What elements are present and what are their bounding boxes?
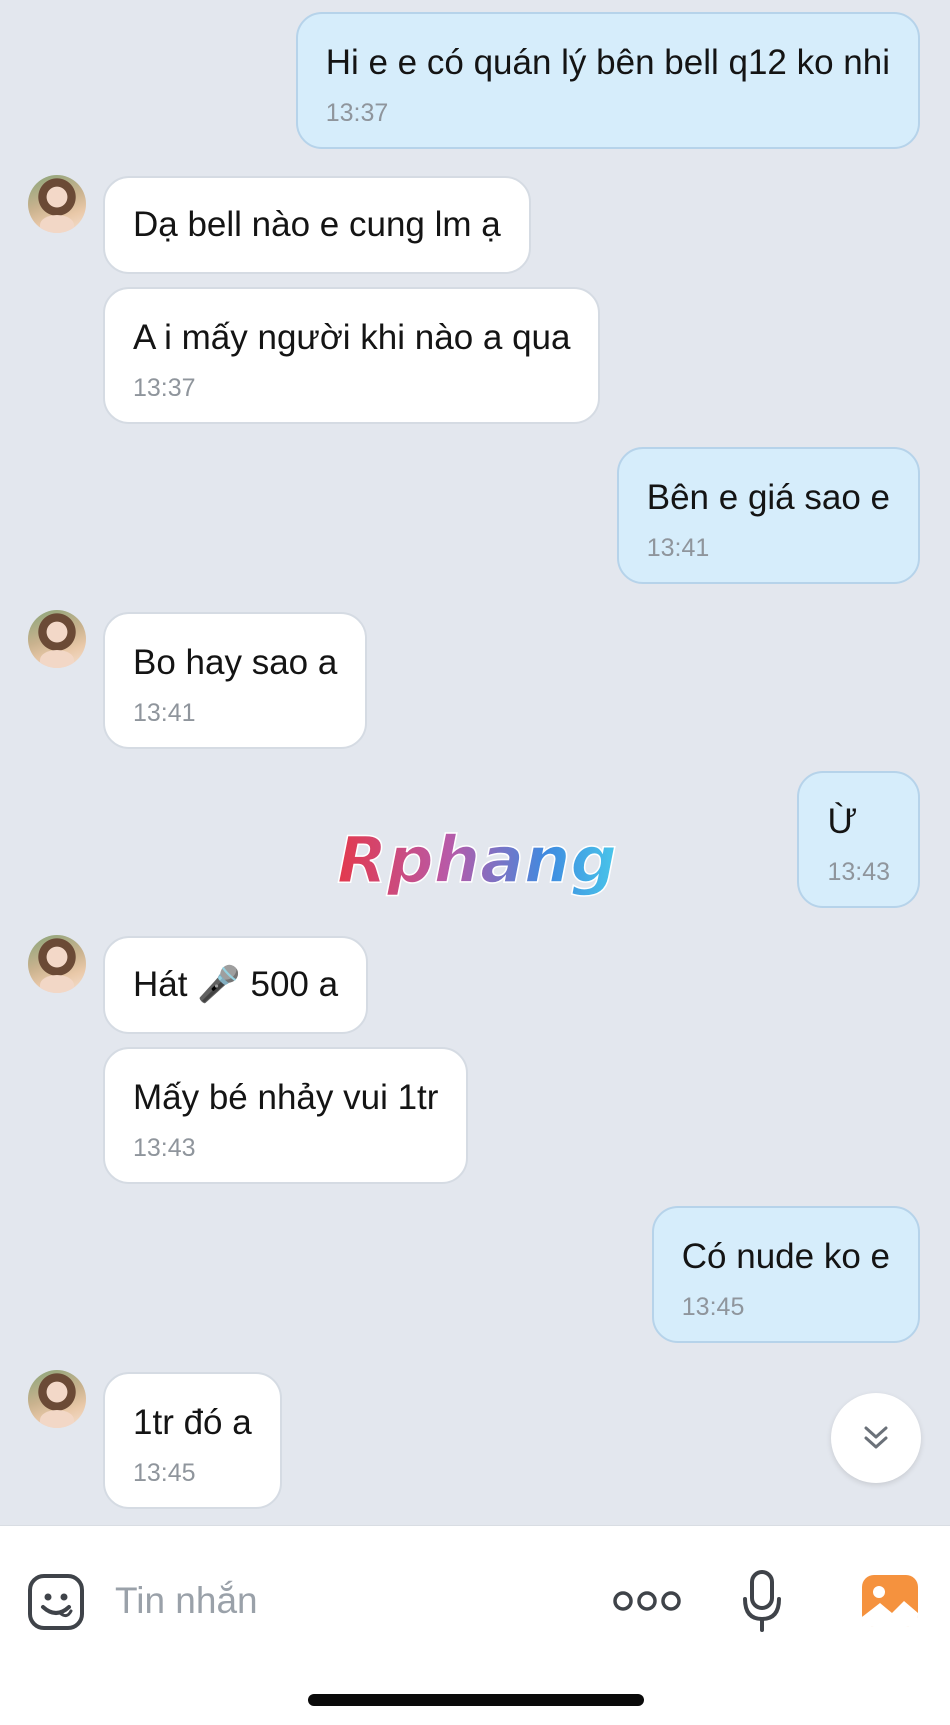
more-icon[interactable]: [612, 1581, 682, 1621]
message-incoming[interactable]: Mấy bé nhảy vui 1tr 13:43: [103, 1047, 469, 1184]
bottom-bar: Tin nhắn: [0, 1525, 950, 1725]
scroll-to-bottom-button[interactable]: [831, 1393, 921, 1483]
message-incoming[interactable]: Bo hay sao a 13:41: [103, 612, 368, 749]
message-text: Mấy bé nhảy vui 1tr: [133, 1078, 439, 1117]
message-text: Hi e e có quán lý bên bell q12 ko nhi: [325, 43, 890, 82]
message-time: 13:43: [133, 1134, 196, 1162]
message-text: Ừ: [827, 802, 858, 841]
message-time: 13:37: [133, 374, 196, 402]
message-incoming[interactable]: Dạ bell nào e cung lm ạ: [103, 176, 531, 274]
message-outgoing[interactable]: Ừ 13:43: [797, 771, 920, 908]
message-time: 13:45: [681, 1293, 745, 1321]
message-text: Bên e giá sao e: [646, 478, 890, 517]
message-outgoing[interactable]: Hi e e có quán lý bên bell q12 ko nhi 13…: [295, 12, 920, 149]
chat-area[interactable]: Hi e e có quán lý bên bell q12 ko nhi 13…: [0, 0, 950, 1525]
message-incoming[interactable]: Hát 🎤 500 a: [103, 936, 369, 1034]
message-text: Hát 🎤 500 a: [133, 965, 339, 1004]
message-time: 13:41: [646, 534, 710, 562]
contact-avatar[interactable]: [28, 935, 86, 993]
message-composer: Tin nhắn: [0, 1551, 950, 1651]
home-indicator[interactable]: [308, 1694, 644, 1706]
message-outgoing[interactable]: Bên e giá sao e 13:41: [616, 447, 920, 584]
message-text: Dạ bell nào e cung lm ạ: [133, 205, 501, 244]
watermark-text: Rphang: [337, 824, 617, 898]
contact-avatar[interactable]: [28, 175, 86, 233]
message-outgoing[interactable]: Có nude ko e 13:45: [651, 1206, 920, 1343]
message-time: 13:41: [133, 699, 196, 727]
message-time: 13:45: [133, 1459, 196, 1487]
microphone-icon[interactable]: [740, 1569, 784, 1633]
emoji-icon[interactable]: [27, 1573, 85, 1631]
gallery-icon[interactable]: [860, 1573, 920, 1629]
scroll-down-icon: [864, 1426, 888, 1449]
message-time: 13:37: [325, 99, 389, 127]
message-incoming[interactable]: A i mấy người khi nào a qua 13:37: [103, 287, 601, 424]
contact-avatar[interactable]: [28, 610, 86, 668]
watermark-logo: Rphang: [336, 823, 618, 899]
message-text: Bo hay sao a: [133, 643, 338, 682]
message-text: A i mấy người khi nào a qua: [133, 318, 571, 357]
message-input[interactable]: Tin nhắn: [115, 1579, 258, 1623]
message-time: 13:43: [827, 858, 890, 886]
contact-avatar[interactable]: [28, 1370, 86, 1428]
message-incoming[interactable]: 1tr đó a 13:45: [103, 1372, 282, 1509]
message-text: Có nude ko e: [681, 1237, 890, 1276]
message-text: 1tr đó a: [133, 1403, 252, 1442]
